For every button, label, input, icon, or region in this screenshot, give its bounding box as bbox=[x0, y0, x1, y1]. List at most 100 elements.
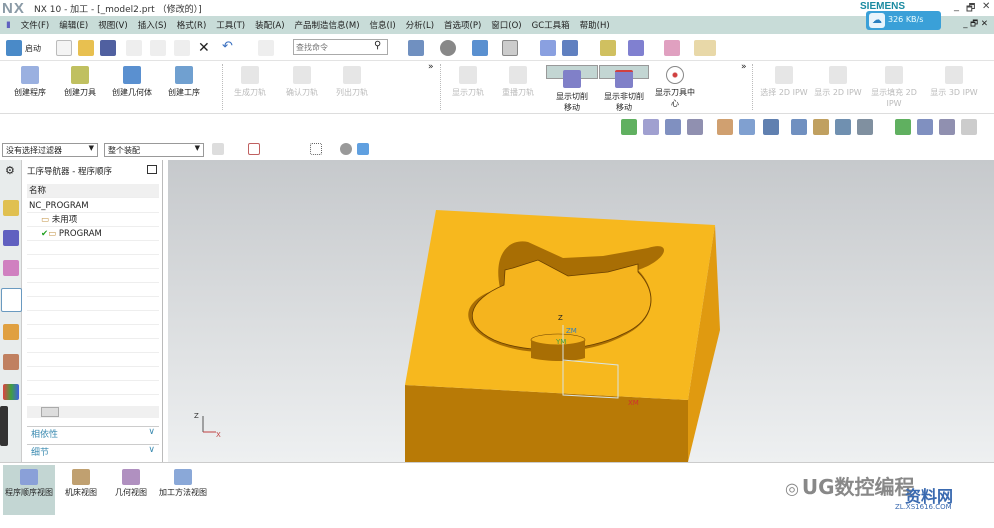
show-3d-ipw-button[interactable]: 显示 3D IPW bbox=[928, 62, 980, 112]
clsf-icon[interactable] bbox=[961, 119, 977, 135]
maximize-icon[interactable] bbox=[147, 165, 157, 174]
box-select-icon[interactable] bbox=[310, 143, 322, 155]
show-tool-center-button[interactable]: 显示刀具中心 bbox=[652, 62, 698, 112]
select-2d-ipw-button[interactable]: 选择 2D IPW bbox=[758, 62, 810, 112]
save-icon[interactable] bbox=[100, 40, 116, 56]
menu-insert[interactable]: 插入(S) bbox=[138, 19, 167, 31]
edit-icon[interactable] bbox=[813, 119, 829, 135]
cut-icon[interactable] bbox=[126, 40, 142, 56]
details-panel[interactable]: 细节 ∨ bbox=[27, 444, 159, 458]
minimize-button[interactable]: _ bbox=[954, 1, 959, 12]
postprocess-icon[interactable] bbox=[739, 119, 755, 135]
measure-icon[interactable] bbox=[664, 40, 680, 56]
list-toolpath-button[interactable]: 列出刀轨 bbox=[330, 62, 374, 112]
tab-machine-view[interactable]: 机床视图 bbox=[58, 465, 104, 515]
part-model[interactable]: Z ZM YM XM ZX bbox=[168, 160, 994, 462]
horizontal-scrollbar[interactable] bbox=[27, 406, 159, 418]
copy-icon[interactable] bbox=[150, 40, 166, 56]
tree-item-unused[interactable]: ▭ 未用项 bbox=[27, 213, 159, 227]
ribbon-more-button[interactable]: » bbox=[741, 62, 747, 72]
show-2d-ipw-button[interactable]: 显示 2D IPW bbox=[812, 62, 864, 112]
create-tool-button[interactable]: 创建刀具 bbox=[58, 62, 102, 112]
menu-view[interactable]: 视图(V) bbox=[98, 19, 127, 31]
snap-icon[interactable] bbox=[600, 40, 616, 56]
replay-toolpath-button[interactable]: 重播刀轨 bbox=[496, 62, 540, 112]
part-navigator-icon[interactable] bbox=[3, 260, 19, 276]
menu-edit[interactable]: 编辑(E) bbox=[59, 19, 88, 31]
ribbon-more-button[interactable]: » bbox=[428, 62, 434, 72]
menu-help[interactable]: 帮助(H) bbox=[580, 19, 610, 31]
menu-gc-toolbox[interactable]: GC工具箱 bbox=[532, 19, 570, 31]
verify-icon[interactable] bbox=[621, 119, 637, 135]
background-icon[interactable] bbox=[502, 40, 518, 56]
show-non-cut-moves-button[interactable]: 显示非切削移动 bbox=[599, 65, 649, 112]
start-button[interactable]: 启动 bbox=[25, 43, 41, 54]
graphics-viewport[interactable]: Z ZM YM XM ZX bbox=[168, 160, 994, 462]
search-icon[interactable]: ⚲ bbox=[374, 40, 381, 51]
column-header[interactable]: 名称 bbox=[27, 184, 159, 198]
shop-doc-icon[interactable] bbox=[687, 119, 703, 135]
open-icon[interactable] bbox=[78, 40, 94, 56]
fit-view-icon[interactable] bbox=[408, 40, 424, 56]
shaded-icon[interactable] bbox=[472, 40, 488, 56]
tab-geometry-view[interactable]: 几何视图 bbox=[108, 465, 154, 515]
tab-machining-method-view[interactable]: 加工方法视图 bbox=[158, 465, 208, 515]
create-program-button[interactable]: 创建程序 bbox=[8, 62, 52, 112]
create-operation-button[interactable]: 创建工序 bbox=[162, 62, 206, 112]
output-icon[interactable] bbox=[763, 119, 779, 135]
show-cut-moves-button[interactable]: 显示切削移动 bbox=[546, 65, 598, 112]
selection-scope-dropdown[interactable]: 整个装配 ▼ bbox=[104, 143, 204, 157]
constraint-navigator-icon[interactable] bbox=[3, 230, 19, 246]
tool-list-icon[interactable] bbox=[665, 119, 681, 135]
tree-item-nc-program[interactable]: NC_PROGRAM bbox=[27, 199, 159, 213]
motion-icon[interactable] bbox=[628, 40, 644, 56]
section-icon[interactable] bbox=[540, 40, 556, 56]
menu-pmi[interactable]: 产品制造信息(M) bbox=[295, 19, 360, 31]
display-toolpath-button[interactable]: 显示刀轨 bbox=[446, 62, 490, 112]
paste-icon[interactable] bbox=[174, 40, 190, 56]
render-style-icon[interactable] bbox=[440, 40, 456, 56]
menu-info[interactable]: 信息(I) bbox=[370, 19, 396, 31]
tree-item-program[interactable]: ✔▭ PROGRAM bbox=[27, 227, 159, 241]
create-geometry-button[interactable]: 创建几何体 bbox=[106, 62, 158, 112]
assembly-navigator-icon[interactable] bbox=[3, 200, 19, 216]
distance-icon[interactable] bbox=[694, 40, 716, 56]
view-icon[interactable] bbox=[340, 143, 352, 155]
snap-point-icon[interactable] bbox=[248, 143, 260, 155]
doc-window-controls[interactable]: _ 🗗 ✕ bbox=[963, 18, 988, 32]
close-button[interactable]: ✕ bbox=[982, 1, 990, 12]
show-filled-2d-ipw-button[interactable]: 显示填充 2D IPW bbox=[868, 62, 920, 112]
tool-list-icon[interactable] bbox=[917, 119, 933, 135]
select-icon[interactable] bbox=[212, 143, 224, 155]
start-icon[interactable] bbox=[6, 40, 22, 56]
operation-navigator-icon[interactable] bbox=[1, 288, 22, 312]
tab-program-order-view[interactable]: 程序顺序视图 bbox=[3, 465, 55, 515]
menu-tools[interactable]: 工具(T) bbox=[216, 19, 245, 31]
generate-toolpath-button[interactable]: 生成刀轨 bbox=[228, 62, 272, 112]
reuse-library-icon[interactable] bbox=[3, 354, 19, 370]
menu-file[interactable]: 文件(F) bbox=[21, 19, 50, 31]
shop-doc-icon[interactable] bbox=[939, 119, 955, 135]
repeat-command-icon[interactable] bbox=[258, 40, 274, 56]
selection-filter-dropdown[interactable]: 没有选择过滤器 ▼ bbox=[2, 143, 98, 157]
program-icon[interactable] bbox=[643, 119, 659, 135]
cube-icon[interactable] bbox=[357, 143, 369, 155]
machine-navigator-icon[interactable] bbox=[3, 324, 19, 340]
new-icon[interactable] bbox=[56, 40, 72, 56]
gear-icon[interactable]: ⚙ bbox=[5, 164, 15, 177]
undo-icon[interactable]: ↶ bbox=[222, 39, 233, 54]
menu-format[interactable]: 格式(R) bbox=[177, 19, 207, 31]
roles-icon[interactable] bbox=[3, 384, 19, 400]
dependencies-panel[interactable]: 相依性 ∨ bbox=[27, 426, 159, 440]
property-icon[interactable] bbox=[857, 119, 873, 135]
menu-preferences[interactable]: 首选项(P) bbox=[444, 19, 481, 31]
menu-assembly[interactable]: 装配(A) bbox=[255, 19, 284, 31]
delete-icon[interactable]: ✕ bbox=[198, 40, 210, 56]
restore-button[interactable]: 🗗 bbox=[966, 1, 975, 18]
menu-analysis[interactable]: 分析(L) bbox=[406, 19, 434, 31]
time-icon[interactable] bbox=[835, 119, 851, 135]
flag-icon[interactable] bbox=[717, 119, 733, 135]
verify-toolpath-button[interactable]: 确认刀轨 bbox=[280, 62, 324, 112]
object-icon[interactable] bbox=[791, 119, 807, 135]
clip-icon[interactable] bbox=[562, 40, 578, 56]
